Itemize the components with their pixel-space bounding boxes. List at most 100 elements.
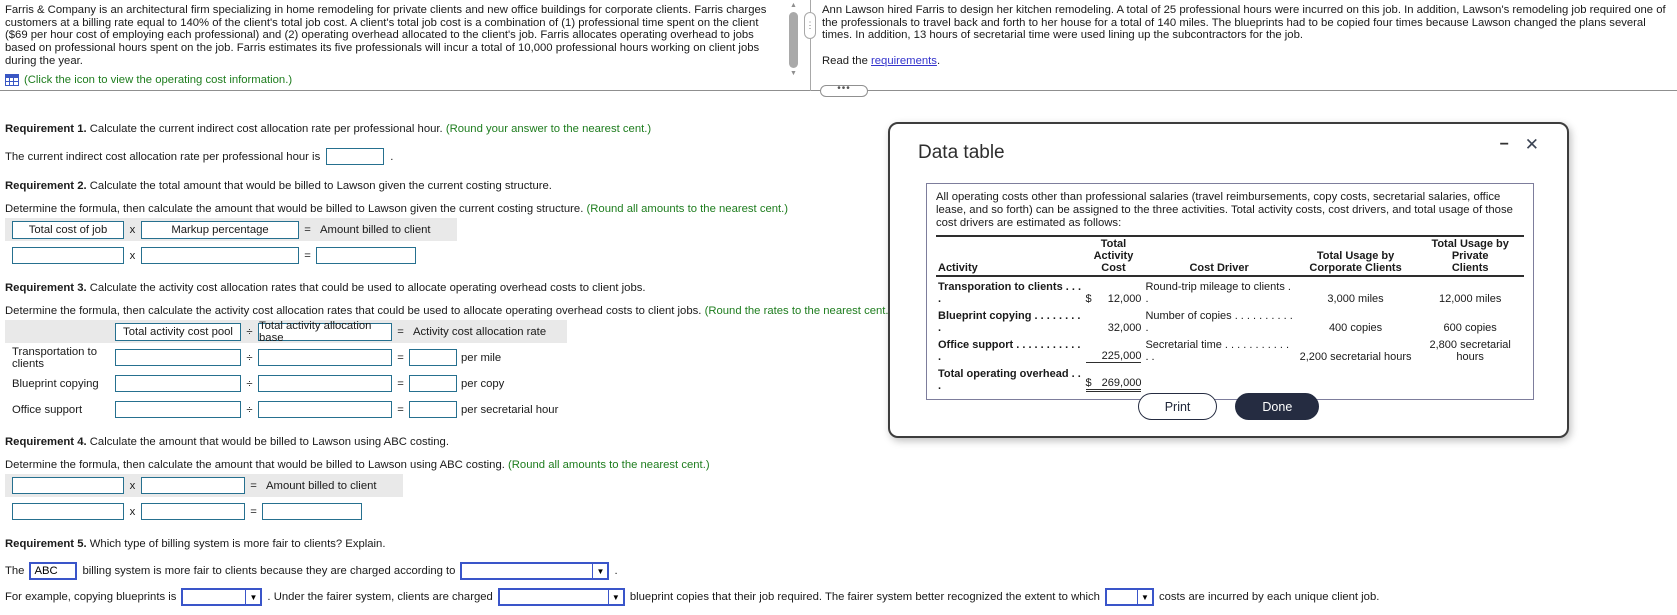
splitter-handle[interactable]: ••• [820, 84, 868, 97]
req3-blueprint-rate-input[interactable] [409, 375, 457, 392]
req3-transportation-pool-input[interactable] [115, 349, 241, 366]
req5-sentence-2: For example, copying blueprints is ▼ . U… [5, 588, 1677, 606]
req3-blueprint-pool-input[interactable] [115, 375, 241, 392]
req3-pool-header-box[interactable]: Total activity cost pool [115, 322, 241, 341]
chevron-down-icon: ▼ [245, 590, 261, 604]
read-suffix: . [936, 55, 941, 68]
req5-blueprints-select[interactable]: ▼ [181, 588, 263, 606]
select-value [500, 590, 608, 604]
driver-cell: Round-trip mileage to clients . . [1145, 280, 1291, 305]
left-pane-scrollbar[interactable]: ▲ ▼ [787, 2, 800, 78]
req3-row-unit: per copy [461, 377, 505, 390]
dollar-sign: $ [1085, 292, 1092, 305]
corporate-usage-cell [1295, 364, 1417, 393]
req2-operand1-box[interactable]: Total cost of job [12, 220, 124, 239]
private-usage-cell: 2,800 secretarial hours [1429, 338, 1511, 363]
req4-equals: = [250, 479, 257, 492]
req3-rate-header: Activity cost allocation rate [413, 325, 547, 338]
corporate-usage-cell: 2,200 secretarial hours [1299, 350, 1412, 363]
req3-transportation-rate-input[interactable] [409, 349, 457, 366]
cost-value: 12,000 [1107, 292, 1142, 305]
req5-s2-end: costs are incurred by each unique client… [1158, 591, 1380, 603]
req2-operand2-box[interactable]: Markup percentage [141, 220, 299, 239]
req4-operand2-input[interactable] [141, 477, 245, 494]
activity-cell: Office support . . . . . . . . . . . . [938, 338, 1081, 363]
divide-sign: ÷ [246, 351, 253, 364]
rate-line-label: The current indirect cost allocation rat… [5, 150, 321, 163]
req3-divide-sign: ÷ [246, 325, 253, 338]
req5-costs-select[interactable]: ▼ [1104, 588, 1154, 606]
data-table-dialog: Data table − ✕ All operating costs other… [888, 122, 1569, 438]
requirement-2-title: Requirement 2. [5, 180, 87, 192]
requirement-4-hint: (Round all amounts to the nearest cent.) [508, 459, 710, 471]
requirement-2-hint: (Round all amounts to the nearest cent.) [586, 203, 789, 215]
table-header-row: Activity Total Activity Cost Cost Driver… [936, 235, 1524, 277]
problem-pane: Farris & Company is an architectural fir… [5, 4, 781, 86]
header-usage-corporate: Total Usage by Corporate Clients [1294, 235, 1417, 277]
problem-header: Farris & Company is an architectural fir… [0, 0, 1677, 91]
corporate-usage-cell: 400 copies [1328, 321, 1383, 334]
chevron-down-icon: ▼ [592, 564, 608, 578]
pane-divider-handle[interactable]: ⋮ [804, 12, 816, 39]
data-table-icon[interactable] [5, 73, 19, 86]
scenario-pane: Ann Lawson hired Farris to design her ki… [822, 4, 1667, 68]
req5-s1-end: . [614, 565, 618, 577]
req3-office-base-input[interactable] [258, 401, 392, 418]
req4-operator: x [129, 479, 136, 492]
req3-row-transportation: Transportation to clients ÷ = per mile [5, 346, 567, 370]
req4-result-input[interactable] [262, 503, 362, 520]
cost-cell: 32,000 [1084, 306, 1144, 335]
req3-base-header-box[interactable]: Total activity allocation base [258, 320, 392, 344]
dialog-title: Data table [918, 142, 1005, 163]
problem-statement: Farris & Company is an architectural fir… [5, 4, 767, 67]
req1-rate-input[interactable] [326, 148, 385, 165]
req3-office-rate-input[interactable] [409, 401, 457, 418]
scroll-up-icon[interactable]: ▲ [790, 2, 797, 10]
requirement-1-desc: Calculate the current indirect cost allo… [89, 123, 443, 135]
requirement-5-heading: Requirement 5. Which type of billing sys… [5, 538, 1677, 550]
table-row-transportation: Transporation to clients . . . . $12,000… [936, 276, 1524, 306]
done-button[interactable]: Done [1235, 393, 1320, 420]
req5-system-input[interactable] [29, 562, 78, 580]
scroll-down-icon[interactable]: ▼ [790, 70, 797, 78]
table-row-total: Total operating overhead . . . $269,000 [936, 364, 1524, 393]
req5-charged-for-select[interactable]: ▼ [497, 588, 625, 606]
driver-cell: Number of copies . . . . . . . . . . . [1145, 309, 1293, 334]
req5-charged-according-select[interactable]: ▼ [460, 562, 610, 580]
req2-cost-input[interactable] [12, 247, 124, 264]
req2-equals: = [304, 223, 311, 236]
req5-sentence-1: The billing system is more fair to clien… [5, 562, 1677, 580]
req2-result-input[interactable] [316, 247, 416, 264]
req5-s2-pre: For example, copying blueprints is [5, 591, 177, 603]
minimize-icon[interactable]: − [1500, 136, 1509, 154]
requirement-4-desc: Calculate the amount that would be bille… [89, 436, 449, 448]
req3-equals: = [397, 325, 404, 338]
req4-value1-input[interactable] [12, 503, 124, 520]
req4-operand1-input[interactable] [12, 477, 124, 494]
scroll-thumb[interactable] [789, 12, 798, 68]
print-button[interactable]: Print [1137, 393, 1218, 420]
req2-formula-row: Total cost of job x Markup percentage = … [5, 218, 457, 241]
req5-s2-mid2: blueprint copies that their job required… [629, 591, 1100, 603]
req3-blueprint-base-input[interactable] [258, 375, 392, 392]
chevron-down-icon: ▼ [607, 590, 623, 604]
cost-cell: $269,000 [1084, 364, 1144, 393]
req3-row-unit: per secretarial hour [461, 403, 559, 416]
req4-value2-input[interactable] [141, 503, 245, 520]
table-row-blueprint: Blueprint copying . . . . . . . . . 32,0… [936, 306, 1524, 335]
req2-result-label: Amount billed to client [320, 223, 431, 236]
requirements-link[interactable]: requirements [871, 55, 937, 67]
requirement-5-title: Requirement 5. [5, 538, 87, 550]
req3-office-pool-input[interactable] [115, 401, 241, 418]
rate-line-suffix: . [390, 150, 394, 163]
close-icon[interactable]: ✕ [1525, 135, 1539, 155]
requirement-4-sub: Determine the formula, then calculate th… [5, 459, 505, 471]
req2-markup-input[interactable] [141, 247, 299, 264]
req2-equals2: = [304, 249, 311, 262]
requirement-5-desc: Which type of billing system is more fai… [89, 538, 386, 550]
requirement-4-instruction: Determine the formula, then calculate th… [5, 459, 1677, 471]
select-value [183, 590, 245, 604]
req3-transportation-base-input[interactable] [258, 349, 392, 366]
req4-result-label: Amount billed to client [266, 479, 377, 492]
equals-sign: = [397, 377, 404, 390]
